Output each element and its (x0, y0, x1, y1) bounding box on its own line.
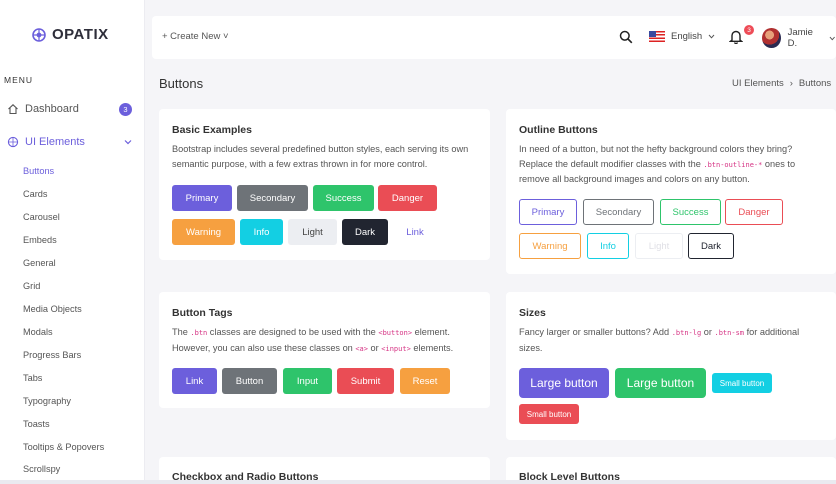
link-button[interactable]: Link (394, 219, 436, 245)
sidebar: OPATIX MENU Dashboard 3 UI Elements Butt… (0, 0, 145, 484)
large-success-button[interactable]: Large button (615, 368, 706, 398)
light-button[interactable]: Light (288, 219, 337, 245)
outline-success-button[interactable]: Success (660, 199, 721, 225)
language-label: English (671, 31, 703, 42)
card-description: Bootstrap includes several predefined bu… (172, 144, 469, 169)
top-header: + Create New ˅ English 3 Jamie D. (152, 16, 836, 59)
submenu-item-carousel[interactable]: Carousel (23, 212, 60, 222)
card-button-tags: Button Tags The .btn classes are designe… (159, 292, 490, 408)
warning-button[interactable]: Warning (172, 219, 235, 245)
submenu-item-cards[interactable]: Cards (23, 189, 48, 199)
submenu-item-modals[interactable]: Modals (23, 327, 53, 337)
large-primary-button[interactable]: Large button (519, 368, 609, 398)
code-snippet: .btn-sm (714, 329, 745, 337)
card-sizes: Sizes Fancy larger or smaller buttons? A… (506, 292, 836, 440)
submenu-item-toasts[interactable]: Toasts (23, 419, 50, 429)
sidebar-item-ui-elements[interactable]: UI Elements (6, 131, 132, 153)
dark-button[interactable]: Dark (342, 219, 388, 245)
notification-badge: 3 (744, 25, 754, 35)
code-snippet: .btn (190, 329, 208, 337)
submenu-item-buttons[interactable]: Buttons (23, 166, 54, 176)
submenu-item-embeds[interactable]: Embeds (23, 235, 57, 245)
card-description: Fancy larger or smaller buttons? Add .bt… (519, 327, 800, 353)
submenu-item-typography[interactable]: Typography (23, 396, 71, 406)
outline-secondary-button[interactable]: Secondary (583, 199, 654, 225)
breadcrumb: UI Elements › Buttons (732, 78, 831, 89)
submenu-item-progress-bars[interactable]: Progress Bars (23, 350, 81, 360)
breadcrumb-item-ui-elements[interactable]: UI Elements (732, 78, 784, 89)
sidebar-item-label: Dashboard (25, 103, 79, 115)
submenu-item-media-objects[interactable]: Media Objects (23, 304, 82, 314)
submenu-item-general[interactable]: General (23, 258, 56, 268)
secondary-button[interactable]: Secondary (237, 185, 308, 211)
tag-link-button[interactable]: Link (172, 368, 217, 394)
primary-button[interactable]: Primary (172, 185, 232, 211)
bell-icon[interactable] (728, 29, 744, 49)
small-danger-button[interactable]: Small button (519, 404, 579, 424)
page-title: Buttons (159, 76, 204, 91)
code-snippet: .btn-lg (671, 329, 702, 337)
user-name: Jamie D. (787, 27, 813, 49)
danger-button[interactable]: Danger (378, 185, 437, 211)
tag-reset-button[interactable]: Reset (400, 368, 450, 394)
submenu-item-scrollspy[interactable]: Scrollspy (23, 464, 60, 474)
us-flag-icon (649, 31, 665, 42)
outline-warning-button[interactable]: Warning (519, 233, 581, 259)
card-title: Button Tags (172, 307, 233, 319)
submenu-item-tooltips-popovers[interactable]: Tooltips & Popovers (23, 442, 104, 452)
tag-submit-button[interactable]: Submit (337, 368, 394, 394)
sidebar-item-label: UI Elements (25, 136, 85, 148)
card-title: Sizes (519, 307, 546, 319)
outline-danger-button[interactable]: Danger (725, 199, 783, 225)
home-icon (6, 102, 20, 116)
chevron-down-icon (124, 138, 132, 147)
tag-input-button[interactable]: Input (283, 368, 332, 394)
avatar (762, 28, 781, 48)
card-title: Outline Buttons (519, 124, 598, 136)
brand-name: OPATIX (52, 26, 109, 43)
tag-button-button[interactable]: Button (222, 368, 277, 394)
sidebar-item-dashboard[interactable]: Dashboard 3 (6, 98, 132, 120)
card-description: The .btn classes are designed to be used… (172, 327, 454, 353)
code-snippet: <a> (355, 344, 368, 353)
outline-light-button[interactable]: Light (635, 233, 683, 259)
outline-dark-button[interactable]: Dark (688, 233, 734, 259)
user-menu[interactable]: Jamie D. (762, 27, 836, 49)
outline-primary-button[interactable]: Primary (519, 199, 577, 225)
menu-section-label: MENU (4, 75, 34, 85)
card-basic-examples: Basic Examples Bootstrap includes severa… (159, 109, 490, 260)
create-new-dropdown[interactable]: + Create New ˅ (162, 31, 229, 42)
submenu-item-tabs[interactable]: Tabs (23, 373, 42, 383)
language-selector[interactable]: English (649, 31, 715, 42)
chevron-down-icon (708, 34, 715, 39)
card-description: In need of a button, but not the hefty b… (519, 144, 796, 184)
info-button[interactable]: Info (240, 219, 283, 245)
small-info-button[interactable]: Small button (712, 373, 772, 393)
search-icon[interactable] (619, 30, 633, 49)
code-snippet: <button> (378, 329, 413, 337)
submenu-item-grid[interactable]: Grid (23, 281, 40, 291)
code-snippet: <input> (381, 344, 411, 353)
breadcrumb-separator-icon: › (789, 78, 793, 89)
success-button[interactable]: Success (313, 185, 374, 211)
breadcrumb-item-buttons: Buttons (798, 78, 832, 89)
brand-logo[interactable]: OPATIX (32, 26, 109, 43)
opatix-logo-icon (32, 27, 46, 42)
dashboard-badge: 3 (119, 102, 132, 116)
chevron-down-icon (830, 36, 836, 40)
window-bottom-edge (0, 480, 836, 484)
card-title: Basic Examples (172, 124, 252, 136)
layers-icon (6, 135, 20, 149)
code-snippet: .btn-outline-* (703, 160, 763, 169)
card-outline-buttons: Outline Buttons In need of a button, but… (506, 109, 836, 274)
outline-info-button[interactable]: Info (587, 233, 629, 259)
